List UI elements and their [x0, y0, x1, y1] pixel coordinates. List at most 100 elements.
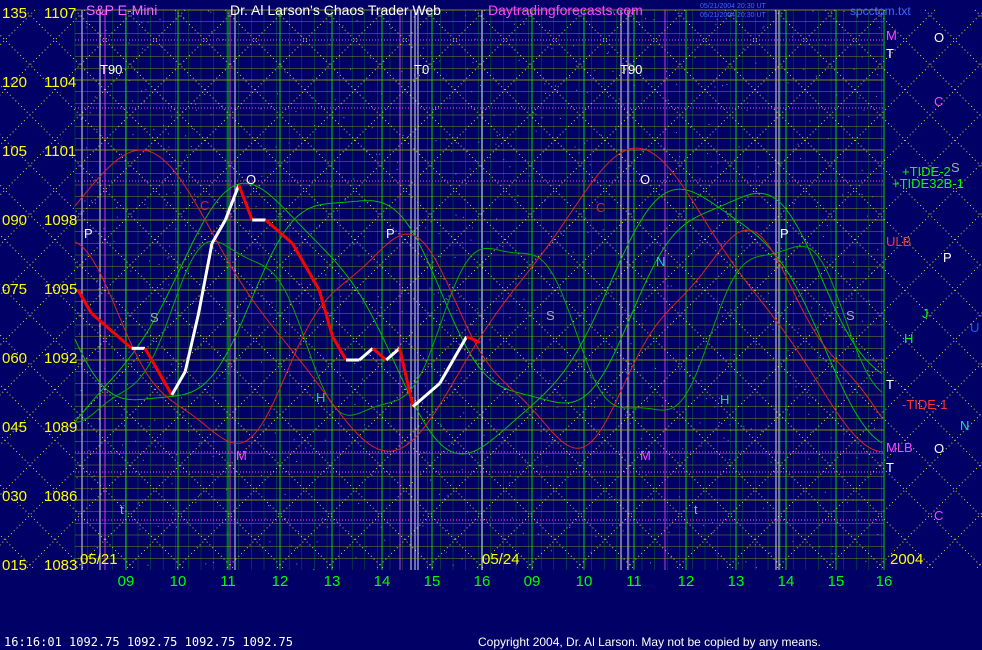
star-dot: [269, 414, 271, 416]
star-dot: [424, 385, 426, 387]
flux-diagonal: [874, 9, 982, 118]
hour-tick: 09: [118, 573, 135, 590]
star-dot: [171, 483, 173, 485]
star-dot: [622, 104, 624, 106]
star-dot: [755, 567, 757, 569]
star-dot: [161, 287, 163, 289]
star-dot: [600, 135, 602, 137]
star-dot: [277, 93, 279, 95]
star-dot: [496, 218, 498, 220]
star-dot: [157, 241, 159, 243]
star-dot: [127, 384, 129, 386]
star-dot: [258, 539, 260, 541]
star-dot: [142, 48, 144, 50]
star-dot: [743, 426, 745, 428]
star-dot: [586, 91, 588, 93]
star-dot: [724, 240, 726, 242]
star-dot: [714, 86, 716, 88]
star-dot: [105, 29, 107, 31]
star-dot: [255, 206, 257, 208]
star-dot: [692, 206, 694, 208]
star-dot: [612, 70, 614, 72]
star-dot: [611, 291, 613, 293]
axis-tick-outer: 075: [2, 281, 27, 298]
star-dot: [569, 526, 571, 528]
star-dot: [122, 444, 124, 446]
star-dot: [502, 246, 504, 248]
star-dot: [501, 297, 503, 299]
hour-tick: 15: [424, 573, 441, 590]
legend-label: M: [886, 28, 897, 43]
star-dot: [158, 263, 160, 265]
legend-label: T: [886, 377, 894, 392]
star-dot: [522, 532, 524, 534]
star-dot: [363, 236, 365, 238]
star-dot: [168, 284, 170, 286]
star-dot: [286, 161, 288, 163]
star-dot: [210, 11, 212, 13]
star-dot: [90, 488, 92, 490]
legend-label: MLB: [886, 440, 913, 455]
star-dot: [93, 475, 95, 477]
star-dot: [786, 409, 788, 411]
star-dot: [361, 378, 363, 380]
star-dot: [116, 207, 118, 209]
star-dot: [175, 526, 177, 528]
star-dot: [121, 414, 123, 416]
price-bar: [264, 218, 280, 233]
star-dot: [780, 247, 782, 249]
star-dot: [422, 514, 424, 516]
star-dot: [511, 517, 513, 519]
star-dot: [879, 27, 881, 29]
star-dot: [700, 380, 702, 382]
star-dot: [846, 502, 848, 504]
hour-tick: 13: [324, 573, 341, 590]
star-dot: [152, 366, 154, 368]
legend-label: U: [970, 320, 979, 335]
star-dot: [454, 256, 456, 258]
star-dot: [445, 12, 447, 14]
star-dot: [794, 270, 796, 272]
star-dot: [144, 203, 146, 205]
star-dot: [653, 19, 655, 21]
star-dot: [470, 239, 472, 241]
star-dot: [609, 496, 611, 498]
star-dot: [438, 493, 440, 495]
star-dot: [176, 454, 178, 456]
star-dot: [509, 166, 511, 168]
star-dot: [590, 376, 592, 378]
star-dot: [192, 302, 194, 304]
star-dot: [358, 502, 360, 504]
star-dot: [518, 59, 520, 61]
star-dot: [264, 147, 266, 149]
star-dot: [819, 356, 821, 358]
star-dot: [625, 372, 627, 374]
star-dot: [449, 97, 451, 99]
star-dot: [682, 448, 684, 450]
star-dot: [649, 528, 651, 530]
star-dot: [296, 563, 298, 565]
site-link[interactable]: Daytradingforecasts.com: [488, 2, 643, 18]
star-dot: [644, 310, 646, 312]
star-dot: [851, 298, 853, 300]
chart-annotation: S: [546, 308, 555, 323]
star-dot: [340, 295, 342, 297]
star-dot: [513, 23, 515, 25]
star-dot: [808, 413, 810, 415]
chart-annotation: t: [120, 502, 124, 517]
star-dot: [535, 113, 537, 115]
star-dot: [113, 240, 115, 242]
star-dot: [808, 458, 810, 460]
star-dot: [86, 26, 88, 28]
price-bar: [237, 184, 254, 221]
star-dot: [594, 406, 596, 408]
star-dot: [205, 563, 207, 565]
star-dot: [260, 361, 262, 363]
star-dot: [523, 23, 525, 25]
star-dot: [543, 369, 545, 371]
star-dot: [642, 323, 644, 325]
star-dot: [318, 226, 320, 228]
star-dot: [612, 524, 614, 526]
star-dot: [142, 459, 144, 461]
star-dot: [694, 56, 696, 58]
